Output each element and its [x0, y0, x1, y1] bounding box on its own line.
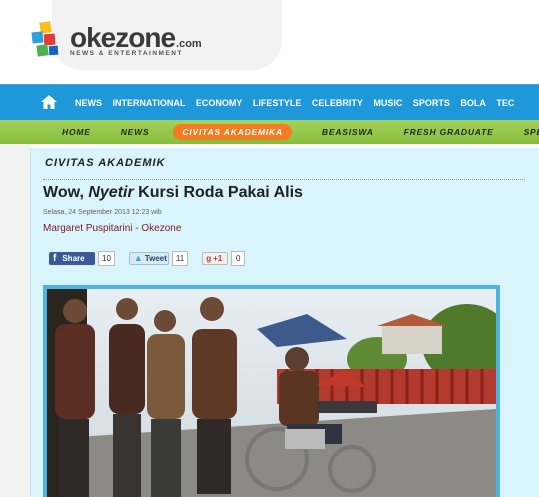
article-title-italic: Nyetir	[88, 184, 134, 201]
main-nav-item[interactable]: INTERNATIONAL	[113, 98, 186, 108]
logo-mark-icon	[30, 20, 68, 60]
facebook-share-count: 10	[98, 250, 115, 266]
google-plus-button[interactable]: g +1	[202, 251, 229, 265]
main-nav-item[interactable]: MUSIC	[373, 98, 402, 108]
main-nav-item[interactable]: NEWS	[75, 98, 102, 108]
site-header: okezone .com NEWS & ENTERTAINMENT	[0, 0, 539, 84]
logo-tld: .com	[176, 37, 202, 50]
sub-nav-item[interactable]: FRESH GRADUATE	[404, 127, 494, 137]
twitter-tweet-button[interactable]: ▲ Tweet	[128, 251, 169, 265]
article-author[interactable]: Margaret Puspitarini - Okezone	[43, 223, 181, 234]
article-panel: CIVITAS AKADEMIK Wow, Nyetir Kursi Roda …	[30, 148, 539, 497]
google-plus-count: 0	[231, 250, 246, 266]
google-plus-icon: g	[206, 253, 212, 263]
logo-tagline: NEWS & ENTERTAINMENT	[70, 49, 183, 57]
sub-nav-item[interactable]: SPEAK U	[524, 127, 539, 137]
left-gutter	[0, 144, 30, 497]
google-plus-label: +1	[213, 253, 223, 263]
page: okezone .com NEWS & ENTERTAINMENT NEWS IN…	[0, 0, 539, 497]
article-photo[interactable]	[47, 289, 496, 497]
main-nav-item[interactable]: LIFESTYLE	[253, 98, 302, 108]
twitter-tweet-count: 11	[171, 250, 189, 266]
share-row: f Share 10 ▲ Tweet 11 g +1 0	[49, 250, 246, 266]
main-nav-item[interactable]: TEC	[496, 98, 514, 108]
sub-nav-item[interactable]: NEWS	[121, 127, 150, 137]
twitter-tweet-label: Tweet	[144, 253, 167, 263]
twitter-bird-icon: ▲	[133, 253, 143, 263]
main-nav-item[interactable]: BOLA	[460, 98, 486, 108]
article-title-prefix: Wow,	[43, 184, 89, 201]
sub-nav-item[interactable]: HOME	[62, 127, 91, 137]
facebook-share-label: Share	[62, 253, 85, 263]
article-title: Wow, Nyetir Kursi Roda Pakai Alis	[43, 184, 303, 202]
sub-nav-item[interactable]: CIVITAS AKADEMIKA	[173, 124, 292, 140]
sub-nav-list: HOME NEWS CIVITAS AKADEMIKA BEASISWA FRESH G…	[62, 120, 539, 144]
main-nav-list: NEWS INTERNATIONAL ECONOMY LIFESTYLE CELEBRI…	[75, 85, 525, 121]
main-nav: NEWS INTERNATIONAL ECONOMY LIFESTYLE CELEBRI…	[0, 84, 539, 120]
article-date: Selasa, 24 September 2013 12:23 wib	[43, 209, 162, 216]
sub-nav-item[interactable]: BEASISWA	[322, 127, 374, 137]
main-nav-item[interactable]: SPORTS	[413, 98, 450, 108]
logo-name: okezone	[70, 21, 176, 53]
sub-nav: HOME NEWS CIVITAS AKADEMIKA BEASISWA FRESH G…	[0, 120, 539, 144]
facebook-icon: f	[53, 252, 57, 264]
facebook-share-button[interactable]: f Share	[49, 251, 95, 265]
main-nav-item[interactable]: CELEBRITY	[312, 98, 363, 108]
article-photo-frame	[43, 285, 500, 497]
article-title-suffix: Kursi Roda Pakai Alis	[133, 184, 303, 201]
section-divider	[43, 179, 525, 180]
main-nav-item[interactable]: ECONOMY	[196, 98, 243, 108]
section-title[interactable]: CIVITAS AKADEMIK	[45, 157, 166, 169]
home-icon[interactable]	[40, 94, 58, 110]
site-logo[interactable]: okezone .com NEWS & ENTERTAINMENT	[30, 18, 202, 62]
